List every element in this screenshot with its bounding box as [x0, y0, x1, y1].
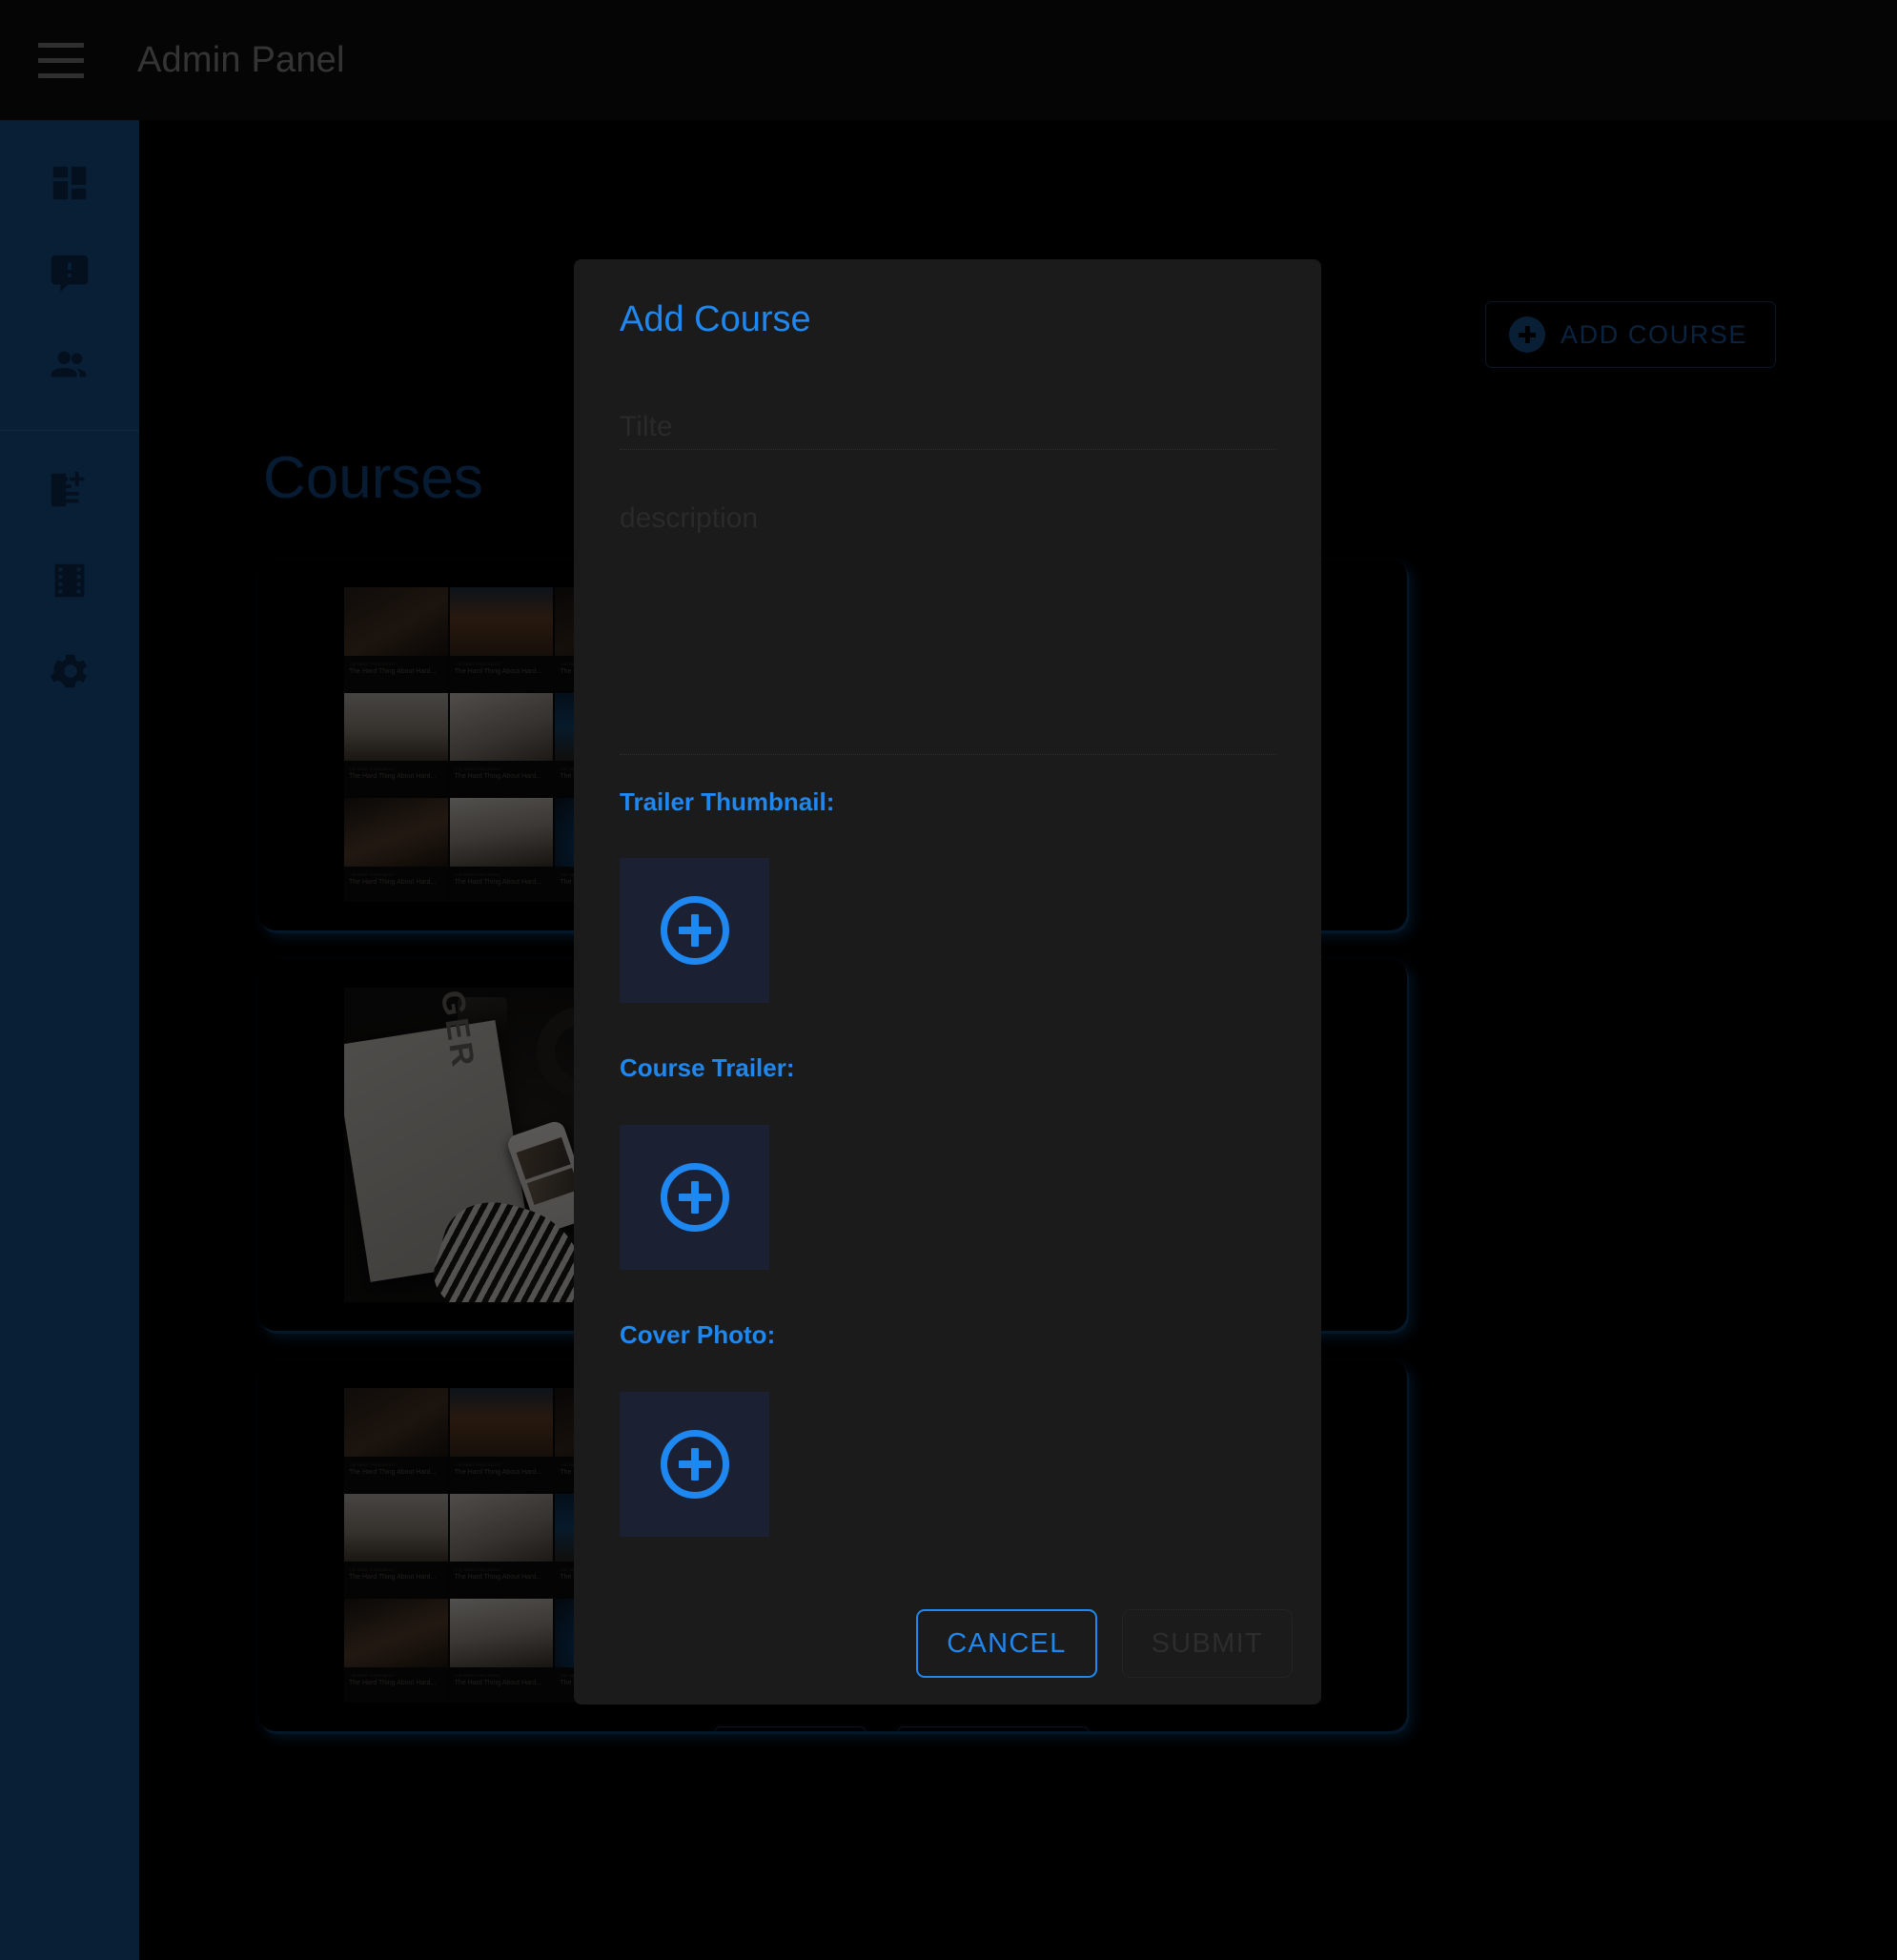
cover-photo-upload[interactable] [620, 1392, 769, 1537]
course-description-placeholder: description [620, 502, 759, 534]
cancel-button[interactable]: CANCEL [916, 1609, 1097, 1678]
add-circle-outline-icon [660, 1430, 729, 1499]
course-title-placeholder: Tilte [620, 411, 673, 442]
app-root: Admin Panel [0, 0, 1897, 1960]
course-trailer-upload[interactable] [620, 1125, 769, 1270]
trailer-thumbnail-upload[interactable] [620, 858, 769, 1003]
course-title-input[interactable]: Tilte [620, 400, 1275, 450]
dialog-title: Add Course [620, 299, 811, 339]
add-course-dialog: Add Course Tilte description Trailer Thu… [574, 259, 1321, 1705]
add-circle-outline-icon [660, 1163, 729, 1232]
trailer-thumbnail-label: Trailer Thumbnail: [620, 787, 835, 816]
dialog-actions: CANCEL SUBMIT [916, 1609, 1293, 1678]
add-circle-outline-icon [660, 896, 729, 965]
course-trailer-label: Course Trailer: [620, 1053, 795, 1082]
submit-button: SUBMIT [1121, 1609, 1293, 1678]
course-description-input[interactable]: description [620, 502, 1275, 755]
cover-photo-label: Cover Photo: [620, 1320, 776, 1349]
